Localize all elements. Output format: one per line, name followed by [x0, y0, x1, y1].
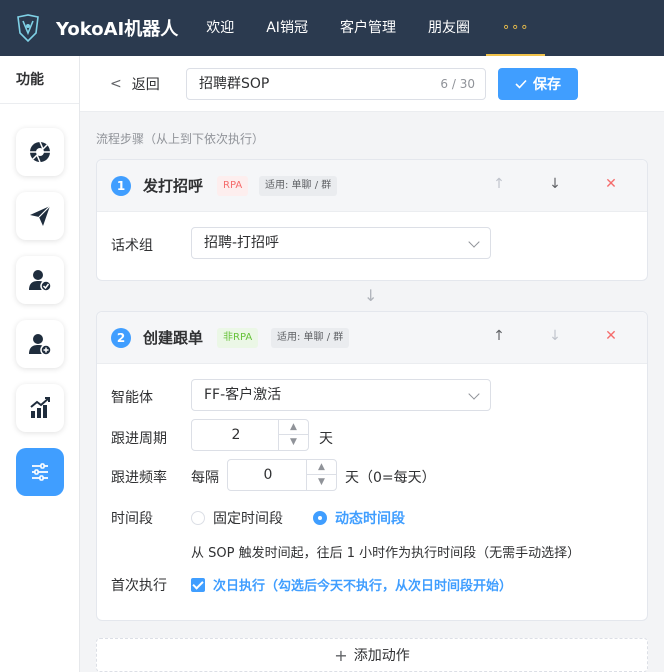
increment-icon[interactable]: ▲	[307, 460, 336, 475]
bar-chart-icon	[30, 397, 50, 418]
logo-icon	[17, 14, 39, 43]
move-down-icon[interactable]: ↓	[545, 176, 565, 192]
agent-select[interactable]: FF-客户激活	[191, 379, 491, 411]
period-hint: 从 SOP 触发时间起，往后 1 小时作为执行时间段（无需手动选择）	[191, 546, 581, 561]
paper-plane-icon	[30, 205, 51, 226]
cycle-stepper[interactable]: 2 ▲ ▼	[191, 419, 309, 451]
period-fixed-label: 固定时间段	[213, 511, 283, 527]
chevron-down-icon	[468, 236, 480, 248]
script-group-label: 话术组	[111, 238, 153, 254]
frequency-label: 跟进频率	[111, 470, 167, 486]
period-dynamic-label: 动态时间段	[335, 511, 405, 527]
checkbox-checked-icon	[191, 577, 205, 592]
nav-moments[interactable]: 朋友圈	[412, 0, 486, 56]
scope-tag: 适用: 单聊 / 群	[271, 328, 350, 348]
step-card-header: 1 发打招呼 RPA 适用: 单聊 / 群 ↑ ↓ ✕	[97, 160, 647, 212]
user-add-icon	[29, 334, 52, 356]
top-navigation: YokoAI机器人 欢迎 AI销冠 客户管理 朋友圈 ∘∘∘	[0, 0, 664, 56]
save-label: 保存	[533, 77, 561, 93]
brand-name: YokoAI机器人	[56, 19, 179, 40]
move-up-icon[interactable]: ↑	[489, 328, 509, 344]
script-group-select[interactable]: 招聘-打招呼	[191, 227, 491, 259]
sidebar-item-send[interactable]	[16, 192, 64, 240]
plus-icon: +	[334, 645, 348, 665]
step-card-2: 2 创建跟单 非RPA 适用: 单聊 / 群 ↑ ↓ ✕ 智能体 FF-客户激活…	[96, 311, 648, 621]
delete-step-icon[interactable]: ✕	[601, 328, 621, 344]
delete-step-icon[interactable]: ✕	[601, 176, 621, 192]
step-card-1: 1 发打招呼 RPA 适用: 单聊 / 群 ↑ ↓ ✕ 话术组 招聘-打招呼	[96, 159, 648, 281]
step-title: 发打招呼	[143, 177, 204, 195]
sidebar: 功能	[0, 56, 80, 672]
frequency-prefix: 每隔	[191, 470, 219, 486]
cycle-value: 2	[231, 427, 241, 443]
frequency-value: 0	[263, 467, 273, 483]
sidebar-item-user-add[interactable]	[16, 320, 64, 368]
first-run-label: 首次执行	[111, 578, 167, 594]
arrow-down-icon: ↓	[364, 286, 378, 305]
sidebar-item-user-check[interactable]	[16, 256, 64, 304]
sop-name-input[interactable]: 招聘群SOP 6 / 30	[186, 68, 486, 100]
period-label: 时间段	[111, 511, 153, 527]
nav-customer-management[interactable]: 客户管理	[324, 0, 412, 56]
chevron-left-icon: <	[110, 76, 122, 92]
sliders-icon	[32, 463, 48, 481]
decrement-icon[interactable]: ▼	[279, 435, 308, 450]
non-rpa-tag: 非RPA	[217, 328, 259, 348]
period-fixed-radio[interactable]: 固定时间段	[191, 508, 283, 528]
check-icon	[515, 79, 527, 89]
back-label: 返回	[131, 77, 160, 93]
sidebar-item-analytics[interactable]	[16, 384, 64, 432]
nav-ai-sales[interactable]: AI销冠	[250, 0, 324, 56]
next-day-checkbox[interactable]: 次日执行（勾选后今天不执行，从次日时间段开始）	[191, 575, 512, 594]
steps-caption: 流程步骤（从上到下依次执行）	[96, 132, 265, 146]
period-dynamic-radio[interactable]: 动态时间段	[313, 508, 405, 528]
cycle-label: 跟进周期	[111, 431, 167, 447]
save-button[interactable]: 保存	[498, 68, 578, 100]
agent-label: 智能体	[111, 390, 153, 406]
sidebar-title: 功能	[0, 56, 79, 104]
script-group-value: 招聘-打招呼	[204, 235, 280, 251]
next-day-label: 次日执行（勾选后今天不执行，从次日时间段开始）	[213, 579, 513, 594]
sidebar-item-aperture[interactable]	[16, 128, 64, 176]
add-action-button[interactable]: + 添加动作	[96, 638, 648, 672]
decrement-icon[interactable]: ▼	[307, 475, 336, 490]
radio-dot	[191, 511, 205, 525]
step-card-header: 2 创建跟单 非RPA 适用: 单聊 / 群 ↑ ↓ ✕	[97, 312, 647, 364]
sidebar-item-sop-settings[interactable]	[16, 448, 64, 496]
frequency-stepper[interactable]: 0 ▲ ▼	[227, 459, 337, 491]
move-down-icon[interactable]: ↓	[545, 328, 565, 344]
sop-name-value: 招聘群SOP	[199, 76, 270, 92]
step-number: 2	[111, 328, 131, 348]
scope-tag: 适用: 单聊 / 群	[259, 176, 338, 196]
rpa-tag: RPA	[217, 176, 249, 196]
back-button[interactable]: < 返回	[110, 74, 160, 94]
editor-header: < 返回 招聘群SOP 6 / 30 保存	[80, 56, 664, 112]
add-action-label: 添加动作	[353, 648, 410, 664]
step-number: 1	[111, 176, 131, 196]
step-title: 创建跟单	[143, 329, 204, 347]
radio-dot	[313, 511, 327, 525]
stepper-controls: ▲ ▼	[278, 420, 308, 450]
aperture-icon	[30, 141, 50, 163]
user-check-icon	[29, 270, 52, 292]
move-up-icon[interactable]: ↑	[489, 176, 509, 192]
increment-icon[interactable]: ▲	[279, 420, 308, 435]
frequency-unit: 天（0=每天）	[345, 470, 436, 486]
chevron-down-icon	[468, 388, 480, 400]
agent-value: FF-客户激活	[204, 387, 282, 403]
main-content: < 返回 招聘群SOP 6 / 30 保存 流程步骤（从上到下依次执行） 1 发…	[80, 56, 664, 672]
nav-welcome[interactable]: 欢迎	[190, 0, 250, 56]
sop-name-char-count: 6 / 30	[440, 77, 475, 91]
stepper-controls: ▲ ▼	[306, 460, 336, 490]
cycle-unit: 天	[319, 431, 333, 447]
nav-more-icon[interactable]: ∘∘∘	[485, 0, 546, 56]
